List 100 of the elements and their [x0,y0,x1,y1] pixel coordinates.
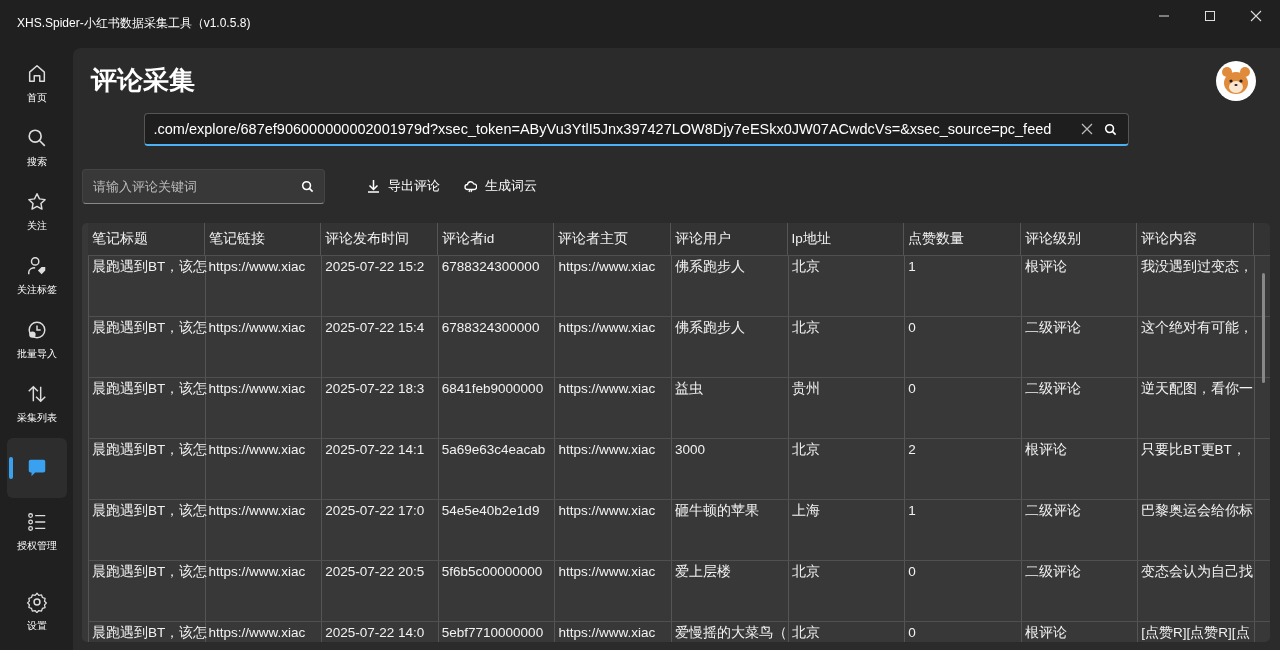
column-header[interactable]: 评论用户 [670,223,788,255]
table-cell: 二级评论 [1021,317,1139,377]
table-cell: 3000 [671,439,789,499]
column-header[interactable]: 笔记标题 [88,223,205,255]
table-cell: 0 [905,317,1022,377]
column-header[interactable]: 评论者id [437,223,555,255]
table-cell: 晨跑遇到BT，该怎 [89,256,206,316]
table-cell: 晨跑遇到BT，该怎 [89,378,206,438]
table-cell: [点赞R][点赞R][点 [1138,622,1255,642]
page-title: 评论采集 [91,64,195,97]
person-tag-icon [25,255,48,277]
column-header[interactable]: 点赞数量 [904,223,1021,255]
table-cell: https://www.xiac [555,622,672,642]
star-icon [25,191,48,213]
table-cell: 只要比BT更BT， [1138,439,1255,499]
export-button[interactable]: 导出评论 [361,173,446,199]
table-cell: https://www.xiac [555,500,672,560]
sidebar-item[interactable]: 批量导入 [6,310,67,370]
table-cell: 北京 [788,256,906,316]
table-cell: 二级评论 [1021,561,1139,621]
clear-icon[interactable] [1080,123,1093,135]
table-cell: 2025-07-22 15:2 [322,256,439,316]
close-icon[interactable] [1250,10,1262,22]
table-cell: 这个绝对有可能， [1138,317,1255,377]
table-cell: 2025-07-22 15:4 [322,317,439,377]
table-cell: 6841feb9000000 [438,378,556,438]
table-cell: 2025-07-22 18:3 [322,378,439,438]
table-cell: 6788324300000 [438,317,556,377]
table-cell: https://www.xiac [555,317,672,377]
table-cell: https://www.xiac [555,378,672,438]
table-cell: 佛系跑步人 [671,256,789,316]
sidebar-item[interactable]: 关注标签 [6,246,67,306]
table-cell: 2025-07-22 14:1 [322,439,439,499]
table-cell: 根评论 [1021,622,1139,642]
sidebar-item[interactable]: 关注 [6,182,67,242]
table-cell: 晨跑遇到BT，该怎 [89,500,206,560]
table-cell: 晨跑遇到BT，该怎 [89,561,206,621]
table-cell: 2025-07-22 20:5 [322,561,439,621]
table-cell: 0 [905,378,1022,438]
maximize-icon[interactable] [1204,10,1216,22]
sidebar-item[interactable]: 搜索 [6,118,67,178]
column-header[interactable]: 评论级别 [1020,223,1138,255]
download-icon [367,179,380,193]
table-cell: 爱上层楼 [671,561,789,621]
table-cell: 我没遇到过变态， [1138,256,1255,316]
table-cell: 佛系跑步人 [671,317,789,377]
table-cell: 1 [905,500,1022,560]
avatar-icon[interactable] [1216,60,1256,101]
list-icon [25,511,48,533]
sidebar-item[interactable] [6,438,67,498]
table-cell: 晨跑遇到BT，该怎 [89,439,206,499]
keyword-search-field[interactable]: 请输入评论关键词 [82,168,325,204]
table-cell: 上海 [788,500,906,560]
table-cell: 5f6b5c00000000 [438,561,556,621]
sort-arrows-icon [25,383,48,405]
column-header[interactable]: Ip地址 [787,223,905,255]
table-cell: 砸牛顿的苹果 [671,500,789,560]
sidebar-item[interactable]: 授权管理 [6,502,67,562]
column-header[interactable]: 评论发布时间 [321,223,438,255]
table-cell: 2025-07-22 17:0 [322,500,439,560]
table-cell: https://www.xiac [555,561,672,621]
search-icon[interactable] [301,179,314,193]
table-cell: 0 [905,622,1022,642]
table-cell: 6788324300000 [438,256,556,316]
url-field[interactable]: .com/explore/687ef906000000002001979d?xsec_token=AByVu3YtlI5Jnx397427LOW8Djy7eESkx0JW07ACwdcVs=&xsec_source=pc_feed [143,113,1129,146]
table-cell: 变态会认为自己找 [1138,561,1255,621]
table-cell: 54e5e40b2e1d9 [438,500,556,560]
search-icon [25,127,48,149]
table-cell: 根评论 [1021,256,1139,316]
table-cell: 根评论 [1021,439,1139,499]
table-cell: 爱慢摇的大菜鸟（ [671,622,789,642]
table-cell: 1 [905,256,1022,316]
sidebar-item[interactable]: 首页 [6,54,67,114]
search-icon[interactable] [1103,123,1117,136]
column-header[interactable]: 笔记链接 [204,223,322,255]
settings-icon [25,591,48,613]
table-cell: 益虫 [671,378,789,438]
table-cell: 北京 [788,317,906,377]
table-cell: 逆天配图，看你一 [1138,378,1255,438]
table-cell: 5ebf7710000000 [438,622,556,642]
table-cell: 晨跑遇到BT，该怎 [89,317,206,377]
cloud-icon [464,179,477,193]
table-cell: 贵州 [788,378,906,438]
scrollbar[interactable] [1262,273,1265,383]
column-header[interactable]: 评论者主页 [554,223,671,255]
table-cell: 0 [905,561,1022,621]
table-cell: 北京 [788,622,906,642]
table-cell: https://www.xiac [555,256,672,316]
word-cloud-button[interactable]: 生成词云 [458,173,543,199]
settings-item[interactable]: 设置 [6,582,67,642]
table-cell: 晨跑遇到BT，该怎 [89,622,206,642]
column-header[interactable]: 评论内容 [1137,223,1254,255]
table-cell: 巴黎奥运会给你标 [1138,500,1255,560]
sidebar-item[interactable]: 采集列表 [6,374,67,434]
table-cell: https://www.xiac [555,439,672,499]
window-title: XHS.Spider-小红书数据采集工具（v1.0.5.8) [17,14,251,32]
table-cell: 二级评论 [1021,500,1139,560]
table-cell: 2 [905,439,1022,499]
table-cell: 2025-07-22 14:0 [322,622,439,642]
table-cell: 北京 [788,561,906,621]
